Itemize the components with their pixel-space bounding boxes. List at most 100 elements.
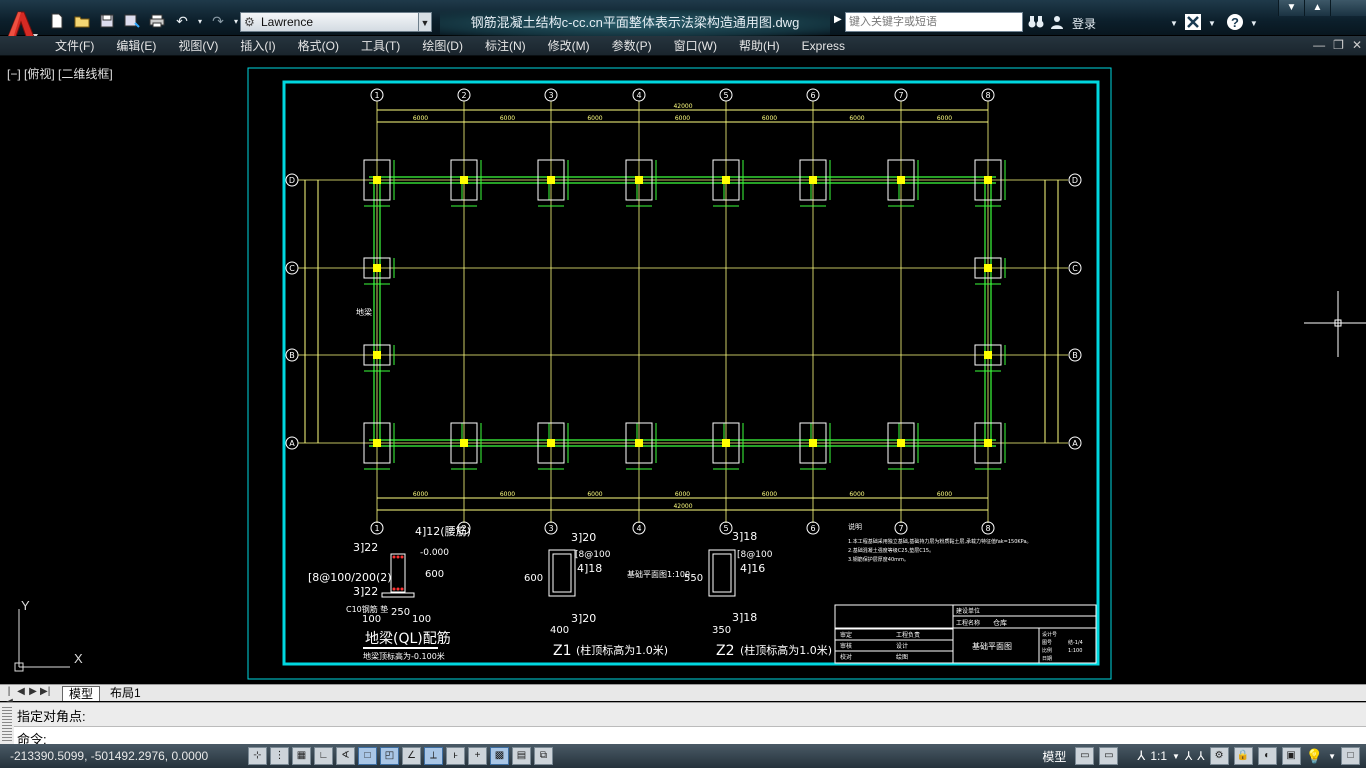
undo-icon[interactable]: ↶ [171, 10, 193, 32]
command-input[interactable]: 命令: [14, 726, 1366, 747]
z2-top-label: 3]18 [732, 530, 757, 543]
menu-parametric[interactable]: 参数(P) [601, 36, 663, 56]
workspace-switching-icon[interactable]: ⚙ [1209, 747, 1229, 765]
autoscale-icon[interactable]: ⅄ [1197, 749, 1204, 763]
help-dropdown-icon[interactable]: ▼ [1250, 19, 1258, 28]
menu-edit[interactable]: 编辑(E) [105, 36, 167, 56]
search-input[interactable]: 键入关键字或短语 [845, 12, 1023, 32]
menu-modify[interactable]: 修改(M) [537, 36, 601, 56]
dynamic-ucs-icon[interactable]: ⟂ [424, 747, 443, 765]
notes-title: 说明 [848, 522, 862, 531]
object-snap-tracking-icon[interactable]: ∠ [402, 747, 421, 765]
titleblock-right-key: 设计号 [1042, 631, 1057, 638]
snap-mode-icon[interactable]: ⋮ [270, 747, 289, 765]
titleblock-right-val: 结-1/4 [1068, 639, 1083, 646]
doc-minimize-icon[interactable]: — [1313, 38, 1325, 52]
lineweight-icon[interactable]: + [468, 747, 487, 765]
quick-properties-icon[interactable]: ▤ [512, 747, 531, 765]
new-file-icon[interactable] [46, 10, 68, 32]
redo-icon[interactable]: ↷ [207, 10, 229, 32]
binoculars-icon[interactable] [1028, 15, 1044, 32]
menu-file[interactable]: 文件(F) [44, 36, 105, 56]
tab-model[interactable]: 模型 [62, 686, 101, 701]
dynamic-input-icon[interactable]: ⱶ [446, 747, 465, 765]
column-mark [635, 439, 643, 447]
menu-dimension[interactable]: 标注(N) [474, 36, 537, 56]
titleblock-right-key: 图号 [1042, 640, 1052, 646]
z2-width-label: 350 [712, 625, 731, 636]
ortho-mode-icon[interactable]: ∟ [314, 747, 333, 765]
annotation-scale-value[interactable]: 1:1 [1150, 749, 1167, 763]
undo-dropdown-icon[interactable]: ▾ [196, 10, 204, 32]
crosshair-cursor [1304, 291, 1366, 357]
viewport-controls-label[interactable]: [−] [俯视] [二维线框] [7, 65, 113, 82]
gear-icon: ⚙ [244, 15, 255, 29]
open-file-icon[interactable] [71, 10, 93, 32]
model-space-button[interactable]: 模型 [1042, 748, 1066, 765]
coordinate-readout[interactable]: -213390.5099, -501492.2976, 0.0000 [10, 749, 208, 763]
doc-restore-icon[interactable]: ❐ [1333, 38, 1344, 52]
annotation-scale-icon[interactable]: ⅄ [1137, 748, 1145, 764]
grid-label-left: B [289, 351, 295, 360]
command-window-grip[interactable] [2, 707, 12, 741]
lock-ui-icon[interactable]: 🔒 [1233, 747, 1253, 765]
window-controls: ▼ ▲ [1278, 0, 1366, 20]
ribbon-toggle-icon[interactable]: ▼ [1278, 0, 1304, 16]
exchange-dropdown-icon[interactable]: ▼ [1208, 19, 1216, 28]
menu-insert[interactable]: 插入(I) [229, 36, 286, 56]
drawing-svg: 42000 42000 6000 6000 6000 6000 6000 6000 6000 60… [14, 67, 1366, 680]
print-icon[interactable] [146, 10, 168, 32]
workspace-dropdown[interactable]: ⚙ Lawrence ▼ [240, 12, 432, 32]
lightbulb-icon[interactable]: 💡 [1306, 748, 1323, 765]
note-line: 2.基础混凝土强度等级C25,垫层C15。 [848, 547, 934, 554]
menu-help[interactable]: 帮助(H) [728, 36, 791, 56]
save-as-icon[interactable] [121, 10, 143, 32]
infer-constraints-icon[interactable]: ⊹ [248, 747, 267, 765]
annotation-scale-dropdown-icon[interactable]: ▼ [1172, 752, 1180, 761]
z1-width-label: 400 [550, 625, 569, 636]
login-button[interactable]: 登录 [1072, 15, 1096, 32]
object-snap-icon[interactable]: □ [358, 747, 377, 765]
user-icon[interactable] [1050, 15, 1064, 32]
search-expand-icon[interactable]: ▶ [834, 14, 842, 25]
polar-tracking-icon[interactable]: ∢ [336, 747, 355, 765]
dim-bottom-bay: 6000 [849, 491, 864, 498]
tab-layout1[interactable]: 布局1 [104, 686, 147, 701]
help-icon[interactable]: ? [1226, 13, 1244, 34]
menu-express[interactable]: Express [791, 36, 856, 56]
grid-label-bottom: 4 [636, 524, 641, 533]
login-dropdown-icon[interactable]: ▼ [1170, 19, 1178, 28]
clean-screen-icon[interactable]: □ [1341, 747, 1360, 765]
hardware-acceleration-icon[interactable]: ▣ [1281, 747, 1301, 765]
3d-object-snap-icon[interactable]: ◰ [380, 747, 399, 765]
close-window-icon[interactable] [1330, 0, 1366, 16]
menu-draw[interactable]: 绘图(D) [411, 36, 474, 56]
ucs-y-label: Y [21, 598, 30, 613]
menu-view[interactable]: 视图(V) [167, 36, 229, 56]
grid-display-icon[interactable]: ▦ [292, 747, 311, 765]
column-mark [984, 176, 992, 184]
selection-cycling-icon[interactable]: ⧉ [534, 747, 553, 765]
customize-qat-button[interactable]: ▼ [418, 12, 432, 32]
transparency-icon[interactable]: ▩ [490, 747, 509, 765]
menu-window[interactable]: 窗口(W) [663, 36, 728, 56]
annotation-visibility-icon[interactable]: ⅄ [1185, 749, 1192, 763]
exchange-icon[interactable] [1184, 13, 1202, 34]
status-menu-icon[interactable]: ▼ [1328, 752, 1336, 761]
column-mark [373, 264, 381, 272]
quick-view-drawings-icon[interactable]: ▭ [1099, 747, 1119, 765]
menu-tools[interactable]: 工具(T) [350, 36, 411, 56]
redo-dropdown-icon[interactable]: ▾ [232, 10, 240, 32]
beam-dim-left: 100 [362, 614, 381, 625]
beam-width-label: 250 [391, 607, 410, 618]
save-icon[interactable] [96, 10, 118, 32]
quick-view-layouts-icon[interactable]: ▭ [1075, 747, 1095, 765]
doc-close-icon[interactable]: ✕ [1352, 38, 1362, 52]
menu-format[interactable]: 格式(O) [287, 36, 350, 56]
maximize-icon[interactable]: ▲ [1304, 0, 1330, 16]
column-mark [547, 439, 555, 447]
drawing-canvas[interactable]: 42000 42000 6000 6000 6000 6000 6000 6000 6000 60… [0, 57, 1366, 684]
ucs-x-label: X [74, 651, 83, 666]
isolate-objects-icon[interactable]: ◐ [1257, 747, 1277, 765]
grid-label-top: 8 [985, 91, 990, 100]
